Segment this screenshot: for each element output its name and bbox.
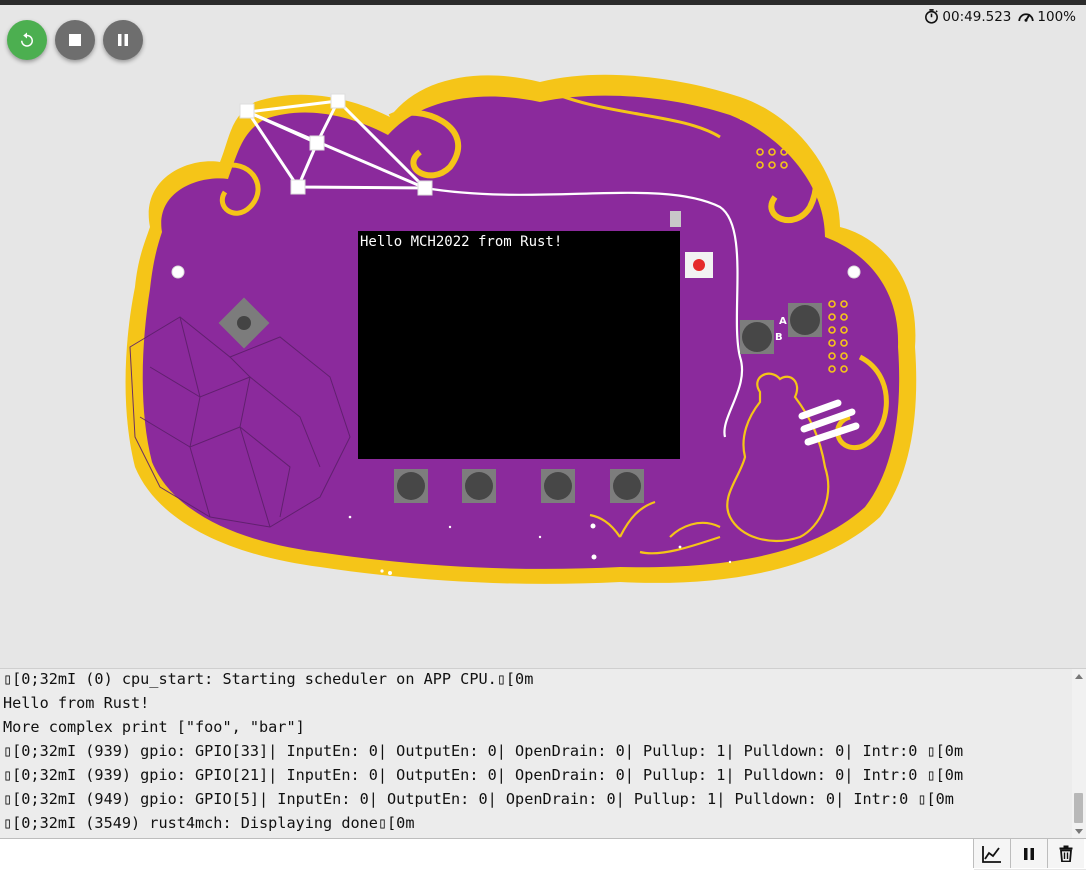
button-b-label: B: [775, 332, 783, 343]
stop-button[interactable]: [55, 20, 95, 60]
button-3[interactable]: [541, 469, 575, 503]
scroll-thumb[interactable]: [1074, 793, 1083, 823]
button-b[interactable]: [740, 320, 774, 354]
trash-icon: [1059, 845, 1073, 862]
small-connector: [670, 211, 681, 227]
serial-console[interactable]: ▯[0;32mI (0) cpu_start: Starting schedul…: [0, 668, 1086, 839]
console-output: ▯[0;32mI (0) cpu_start: Starting schedul…: [3, 669, 1066, 835]
pause-button[interactable]: [103, 20, 143, 60]
lcd-screen: [358, 231, 680, 459]
serial-input[interactable]: [0, 839, 974, 870]
status-bar: 00:49.523 100%: [923, 8, 1076, 25]
speedometer-icon: [1018, 13, 1035, 22]
clear-console-button[interactable]: [1047, 839, 1084, 868]
speed-value: 100%: [1037, 8, 1076, 25]
restart-icon: [21, 32, 33, 47]
console-line: ▯[0;32mI (949) gpio: GPIO[5]| InputEn: 0…: [3, 790, 954, 808]
speed: 100%: [1017, 8, 1076, 25]
button-1[interactable]: [394, 469, 428, 503]
button-2[interactable]: [462, 469, 496, 503]
chart-icon: [982, 845, 1001, 863]
restart-button[interactable]: [7, 20, 47, 60]
console-line: More complex print ["foo", "bar"]: [3, 718, 305, 736]
stopwatch-icon: [925, 9, 939, 24]
console-scrollbar[interactable]: [1072, 669, 1086, 839]
status-led-light: [693, 259, 705, 271]
button-4[interactable]: [610, 469, 644, 503]
console-toolbar: [0, 838, 1086, 870]
console-line: ▯[0;32mI (3549) rust4mch: Displaying don…: [3, 814, 415, 832]
badge-board: A B Hello MCH2022 from Rust!: [125, 74, 917, 584]
button-a-label: A: [779, 316, 787, 327]
console-line: ▯[0;32mI (939) gpio: GPIO[21]| InputEn: …: [3, 766, 964, 784]
simulation-area: 00:49.523 100% A B Hello MCH2022 from Ru…: [0, 5, 1086, 668]
stop-icon: [69, 34, 81, 46]
elapsed-time: 00:49.523: [942, 8, 1012, 25]
pause-icon: [1024, 847, 1034, 860]
console-line: ▯[0;32mI (939) gpio: GPIO[33]| InputEn: …: [3, 742, 964, 760]
timer: 00:49.523: [923, 8, 1011, 25]
pause-output-button[interactable]: [1010, 839, 1047, 868]
lcd-text: Hello MCH2022 from Rust!: [360, 234, 562, 250]
console-line: ▯[0;32mI (0) cpu_start: Starting schedul…: [3, 670, 534, 688]
plotter-button[interactable]: [973, 839, 1010, 868]
scroll-up-arrow[interactable]: [1075, 674, 1083, 679]
scroll-down-arrow[interactable]: [1075, 829, 1083, 834]
console-line: Hello from Rust!: [3, 694, 150, 712]
pause-icon: [118, 34, 128, 46]
button-a[interactable]: [788, 303, 822, 337]
